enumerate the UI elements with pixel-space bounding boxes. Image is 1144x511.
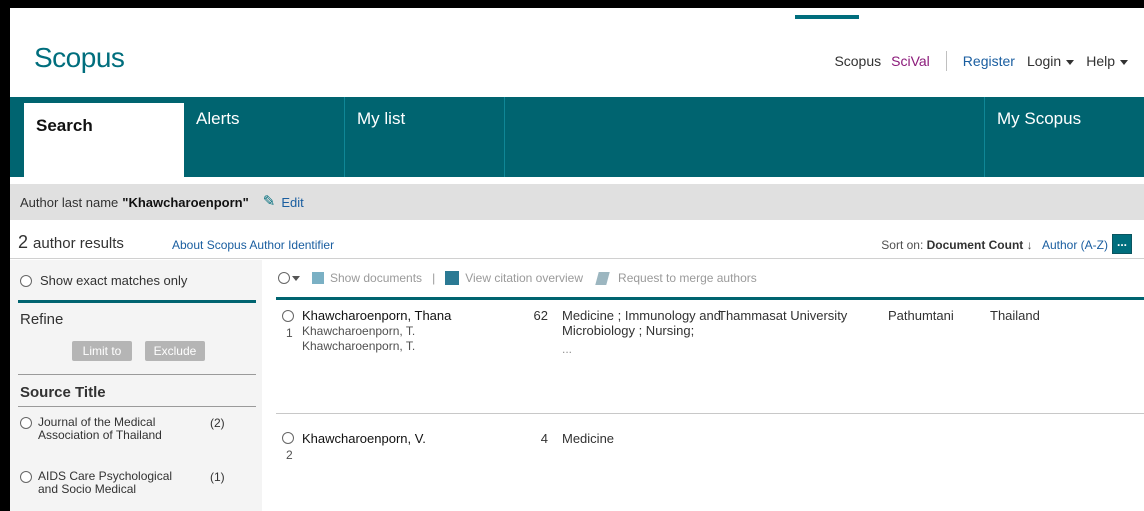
more-options-button[interactable]: ... (1112, 234, 1132, 254)
nav-scopus-link[interactable]: Scopus (834, 53, 881, 69)
author-variant: Khawcharoenporn, T. (302, 324, 416, 338)
tab-search[interactable]: Search (24, 103, 184, 177)
tab-my-list[interactable]: My list (344, 97, 504, 177)
exact-matches-label: Show exact matches only (40, 273, 188, 288)
refine-heading: Refine (20, 311, 64, 328)
exact-matches-option[interactable]: Show exact matches only (20, 273, 187, 288)
row-index: 1 (286, 326, 293, 340)
tab-alerts[interactable]: Alerts (184, 97, 344, 177)
divider (18, 406, 256, 407)
source-item[interactable]: AIDS Care Psychological and Socio Medica… (20, 470, 255, 496)
nav-divider (945, 51, 947, 71)
source-item-radio[interactable] (20, 471, 32, 483)
exact-matches-radio[interactable] (20, 274, 32, 287)
document-count[interactable]: 62 (528, 308, 548, 323)
merge-pencil-icon (595, 271, 610, 285)
documents-icon (312, 272, 324, 284)
help-label: Help (1086, 53, 1115, 69)
subject-areas: Medicine ; Immunology and Microbiology ;… (562, 308, 721, 338)
results-header: 2 author results About Scopus Author Ide… (10, 225, 1144, 259)
author-name-link[interactable]: Khawcharoenporn, Thana (302, 308, 451, 323)
results-divider (276, 297, 1144, 300)
topbar-accent (795, 15, 859, 19)
divider (18, 300, 256, 303)
nav-scival-link[interactable]: SciVal (891, 53, 930, 69)
view-citation-overview-link[interactable]: View citation overview (465, 271, 583, 285)
login-label: Login (1026, 53, 1062, 69)
select-all-radio[interactable] (278, 272, 290, 284)
select-menu-chevron-icon[interactable] (292, 275, 300, 281)
results-label: author results (33, 235, 124, 252)
source-item-name: AIDS Care Psychological and Socio Medica… (38, 469, 173, 496)
scopus-page: Scopus Scopus SciVal Register Login Help… (10, 8, 1144, 511)
top-navigation: Scopus SciVal Register Login Help (822, 51, 1128, 71)
sort-options: Sort on: Document Count ↓ Author (A-Z) (881, 238, 1108, 252)
row-select-radio[interactable] (282, 310, 294, 322)
affiliation: Thammasat University (718, 308, 848, 323)
chevron-down-icon (1120, 59, 1128, 65)
author-result-row: 1 Khawcharoenporn, Thana Khawcharoenporn… (276, 308, 1144, 414)
query-prefix: Author last name (20, 195, 119, 210)
main-tabs: Search Alerts My list My Scopus (10, 97, 1144, 177)
about-author-identifier-link[interactable]: About Scopus Author Identifier (172, 238, 334, 252)
source-title-heading: Source Title (20, 384, 106, 401)
exclude-button[interactable]: Exclude (145, 341, 205, 361)
search-summary-bar: Author last name "Khawcharoenporn" ✎ Edi… (10, 184, 1144, 220)
results-count: 2 author results (18, 232, 124, 253)
subject-areas: Medicine (562, 431, 615, 446)
nav-login-menu[interactable]: Login (1026, 53, 1075, 69)
sort-author-az-link[interactable]: Author (A-Z) (1042, 238, 1108, 252)
author-result-row: 2 Khawcharoenporn, V. 4 Medicine (276, 422, 1144, 511)
citation-chart-icon (445, 271, 460, 285)
sort-document-count[interactable]: Document Count (927, 238, 1024, 252)
source-item-radio[interactable] (20, 417, 32, 429)
results-toolbar: Show documents | View citation overview … (278, 271, 757, 285)
query-value: "Khawcharoenporn" (122, 195, 249, 210)
results-number: 2 (18, 232, 29, 252)
tab-bar-spacer (504, 97, 984, 177)
country: Thailand (990, 308, 1040, 323)
nav-help-menu[interactable]: Help (1086, 53, 1128, 69)
source-item[interactable]: Journal of the Medical Association of Th… (20, 416, 255, 442)
author-name-link[interactable]: Khawcharoenporn, V. (302, 431, 426, 446)
refine-panel: Show exact matches only Refine Limit to … (10, 260, 262, 511)
nav-register-link[interactable]: Register (963, 53, 1015, 69)
show-documents-link[interactable]: Show documents (330, 271, 422, 285)
toolbar-separator: | (432, 271, 436, 285)
edit-search-link[interactable]: Edit (281, 195, 303, 220)
tab-my-scopus[interactable]: My Scopus (984, 97, 1144, 177)
scopus-logo[interactable]: Scopus (34, 42, 125, 74)
author-variant: Khawcharoenporn, T. (302, 339, 416, 353)
source-item-count: (1) (210, 470, 225, 484)
sort-prefix: Sort on: (881, 238, 924, 252)
limit-to-button[interactable]: Limit to (72, 341, 132, 361)
sort-direction-icon: ↓ (1026, 238, 1033, 252)
source-item-count: (2) (210, 416, 225, 430)
document-count[interactable]: 4 (528, 431, 548, 446)
edit-pencil-icon[interactable]: ✎ (263, 194, 276, 220)
request-merge-authors-link[interactable]: Request to merge authors (618, 271, 757, 285)
row-select-radio[interactable] (282, 432, 294, 444)
source-item-name: Journal of the Medical Association of Th… (38, 415, 162, 442)
city: Pathumtani (888, 308, 954, 323)
chevron-down-icon (1066, 59, 1075, 65)
subject-areas-more: ... (562, 342, 573, 356)
divider (18, 374, 256, 375)
row-index: 2 (286, 448, 293, 462)
